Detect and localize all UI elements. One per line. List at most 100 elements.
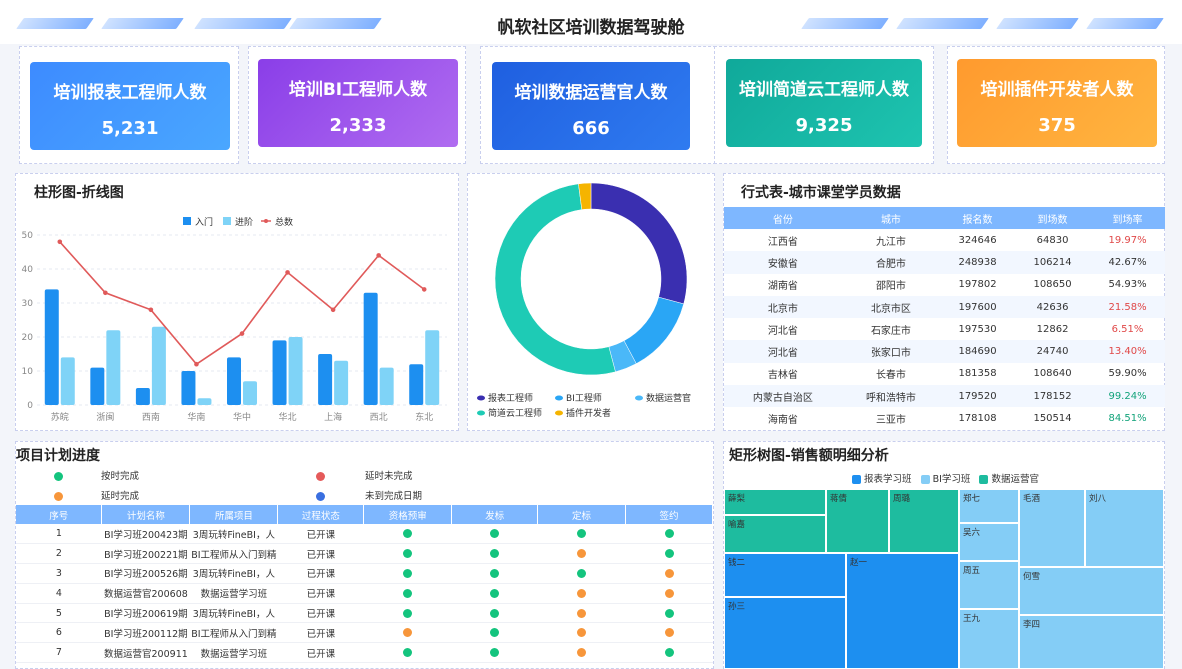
table-cell	[625, 563, 713, 584]
table-cell: 42636	[1015, 295, 1091, 319]
table-cell: 197600	[940, 295, 1016, 319]
table-cell	[537, 583, 626, 604]
table-cell	[451, 543, 538, 565]
table-row: 2 BI学习班200221期 BI工程师从入门到精 已开课	[16, 543, 713, 565]
treemap-cell: 周五	[959, 561, 1019, 609]
y-tick-label: 10	[22, 367, 34, 377]
kpi-label: 培训插件开发者人数	[980, 80, 1134, 100]
table-cell: 99.24%	[1090, 385, 1165, 408]
table-row: 6 BI学习班200112期 BI工程师从入门到精 已开课	[16, 622, 713, 644]
table-cell: 合肥市	[841, 251, 941, 274]
table-cell	[451, 603, 538, 624]
legend-swatch	[920, 475, 930, 484]
status-dot	[664, 568, 674, 578]
status-dot	[577, 529, 587, 539]
table-cell: 5	[16, 603, 102, 624]
table-cell: 4	[16, 583, 102, 604]
table-cell	[625, 524, 713, 545]
treemap-cell: 吴六	[959, 523, 1019, 561]
bar-advanced	[425, 330, 440, 405]
table-cell: 2	[16, 543, 102, 565]
table-cell	[363, 563, 452, 584]
table-cell: 数据运营官200911	[101, 642, 190, 664]
table-cell: 已开课	[277, 622, 364, 644]
y-tick-label: 50	[22, 231, 34, 241]
status-dot	[316, 492, 325, 501]
legend-swatch	[555, 410, 563, 416]
total-point	[239, 331, 245, 336]
table-cell: 13.40%	[1090, 340, 1165, 363]
column-header: 到场率	[1090, 207, 1165, 229]
status-dot	[403, 549, 413, 559]
table-cell: BI学习班200423期	[101, 524, 190, 545]
table-cell	[625, 642, 713, 664]
plan-legend-on-time: 按时完成	[54, 468, 139, 482]
bar-advanced	[379, 367, 394, 405]
table-cell: 150514	[1033, 413, 1072, 425]
table-cell: 324646	[958, 234, 997, 246]
table-cell: 数据运营学习班	[189, 642, 278, 664]
x-tick-label: 华中	[233, 411, 251, 423]
table-row: 4 数据运营官200608 数据运营学习班 已开课	[16, 583, 713, 604]
page-title: 帆软社区培训数据驾驶舱	[497, 18, 685, 38]
bar-basic	[227, 357, 241, 405]
table-cell: 106214	[1015, 251, 1091, 274]
kpi-card-jiandaoyun-engineer: 培训简道云工程师人数 9,325	[726, 59, 922, 147]
table-cell: 已开课	[277, 642, 364, 664]
table-cell	[363, 524, 452, 545]
x-tick-label: 西北	[370, 412, 388, 423]
status-dot	[490, 568, 500, 578]
column-header: 计划名称	[101, 505, 191, 524]
table-row: 7 数据运营官200911 数据运营学习班 已开课	[16, 642, 713, 664]
bar-basic	[90, 367, 105, 405]
table-cell	[363, 543, 452, 565]
table-cell	[363, 583, 452, 604]
bar-basic	[44, 289, 59, 405]
table-cell: 181358	[958, 368, 997, 380]
column-header: 签约	[625, 505, 713, 524]
treemap-cell: 郑七	[959, 489, 1019, 523]
table-cell: BI学习班200221期	[101, 543, 190, 565]
table-cell	[625, 603, 713, 624]
table-cell	[625, 583, 713, 604]
table-cell: 108650	[1033, 279, 1072, 291]
table-cell	[451, 583, 538, 604]
y-tick-label: 0	[27, 401, 33, 411]
table-cell: 长春市	[875, 370, 906, 382]
table-cell: 3周玩转FineBI，人	[189, 563, 278, 584]
bar-advanced	[197, 398, 212, 405]
plan-legend-delayed-unfinished: 延时未完成	[316, 468, 413, 482]
table-row: 河北省 石家庄市 197530 12862 6.51%	[724, 318, 1165, 340]
header-bar: 帆软社区培训数据驾驶舱	[0, 0, 1182, 44]
table-cell: 三亚市	[875, 415, 906, 427]
table-cell	[537, 603, 626, 624]
legend-label: BI工程师	[566, 392, 602, 404]
table-cell	[625, 543, 713, 565]
treemap-cell: 蒋倩	[826, 489, 889, 553]
treemap-chart: 薛梨 蒋倩 周璐 喻嘉 钱二 赵一 孙三 郑七 吴六 周五 王九 毛酒 刘八 何雪 李四	[724, 489, 1164, 669]
legend-label-advanced: 进阶	[235, 216, 253, 228]
plan-table: 序号 计划名称 所属项目 过程状态 资格预审 发标 定标 签约 1 BI学习班200423期 3周…	[16, 505, 713, 664]
kpi-card-report-engineer: 培训报表工程师人数 5,231	[30, 62, 230, 150]
treemap-cell: 喻嘉	[724, 515, 826, 553]
table-cell	[363, 642, 452, 664]
table-cell: 张家口市	[841, 340, 941, 363]
status-dot	[664, 628, 674, 638]
table-cell: 108640	[1033, 368, 1072, 380]
legend-swatch-advanced	[223, 217, 231, 225]
column-header: 定标	[537, 505, 627, 524]
status-dot	[490, 549, 500, 559]
total-point	[57, 239, 63, 245]
table-cell: 7	[16, 642, 102, 664]
legend-swatch	[979, 475, 989, 484]
bar-advanced	[334, 360, 349, 405]
table-cell: 江西省	[767, 236, 798, 248]
table-cell: 河北省	[767, 325, 798, 337]
table-cell	[363, 603, 452, 624]
legend-label: 插件开发者	[566, 407, 611, 419]
status-dot	[664, 549, 674, 559]
bar-advanced	[106, 330, 121, 405]
bar-advanced	[60, 357, 75, 405]
bar-line-chart: 入门 进阶 总数 0 10 20 30 40 50 苏皖 浙闽 西南 华南 华中 华北 上海 西北 东北	[22, 216, 447, 423]
kpi-value: 9,325	[795, 115, 853, 136]
